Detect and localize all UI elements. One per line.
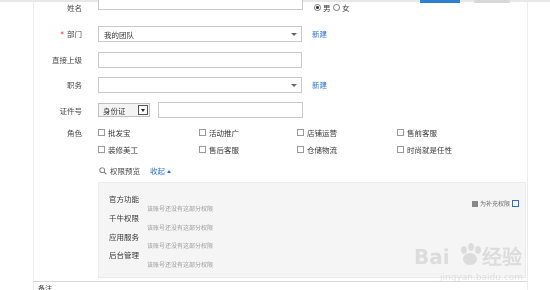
role-checkbox-label: 装修美工 <box>108 146 138 155</box>
gender-female-radio[interactable] <box>333 4 340 11</box>
supplement-permission-label: 为补充权限 <box>479 201 510 208</box>
permission-group-title: 官方功能 <box>109 195 139 204</box>
checkbox-icon <box>471 201 478 207</box>
id-type-select[interactable]: 身份证 <box>98 103 150 117</box>
permission-group-note: 该账号还没有这部分权限 <box>147 262 214 269</box>
department-label: * 部门 <box>32 29 82 40</box>
dropdown-button-icon[interactable] <box>138 105 148 115</box>
role-checkbox[interactable] <box>397 146 404 153</box>
permission-group-note: 该账号还没有这部分权限 <box>147 243 214 250</box>
primary-action-button-edge[interactable] <box>420 0 460 3</box>
role-checkbox-label: 店铺运营 <box>307 129 337 138</box>
role-checkbox[interactable] <box>199 146 206 153</box>
role-checkbox[interactable] <box>297 146 304 153</box>
chevron-down-icon <box>291 84 297 87</box>
permission-group-note: 该账号还没有这部分权限 <box>147 225 214 232</box>
role-checkbox[interactable] <box>297 129 304 136</box>
permission-group-title: 千牛权限 <box>109 214 139 223</box>
position-select[interactable] <box>98 77 302 93</box>
secondary-action-button-edge[interactable] <box>474 0 510 3</box>
role-checkbox-label: 时尚就是任性 <box>407 146 452 155</box>
role-checkbox-label: 仓储物流 <box>307 146 337 155</box>
gender-male-label: 男 <box>323 4 331 13</box>
collapse-link[interactable]: 收起 <box>150 166 171 177</box>
svg-text:Bai: Bai <box>414 245 450 269</box>
chevron-down-icon <box>291 33 297 36</box>
permission-group-note: 该账号还没有这部分权限 <box>147 206 214 213</box>
employee-form-page: 姓名 男 女 * 部门 我的团队 新建 直接上级 职务 新建 证件号 身份证 角色… <box>0 0 550 290</box>
remarks-title: 备注 <box>38 285 52 290</box>
supervisor-input[interactable] <box>98 52 302 68</box>
left-divider <box>33 0 34 290</box>
id-label: 证件号 <box>59 107 83 116</box>
role-checkbox[interactable] <box>98 146 105 153</box>
department-select-value: 我的团队 <box>104 31 134 40</box>
supervisor-label: 直接上级 <box>52 56 82 65</box>
id-number-input[interactable] <box>158 102 303 118</box>
svg-text:jingyan.baidu.com: jingyan.baidu.com <box>439 273 523 283</box>
name-label: 姓名 <box>67 4 82 13</box>
search-icon <box>99 167 107 175</box>
permission-preview-label: 权限预览 <box>110 167 140 176</box>
permission-group-title: 后台管理 <box>109 251 139 260</box>
required-mark: * <box>60 30 64 39</box>
name-input[interactable] <box>98 0 303 10</box>
role-checkbox-label: 售后客服 <box>209 146 239 155</box>
department-new-link[interactable]: 新建 <box>312 29 327 40</box>
role-checkbox-label: 活动推广 <box>209 129 239 138</box>
caret-up-icon <box>167 170 171 173</box>
position-new-link[interactable]: 新建 <box>312 80 327 91</box>
id-type-value: 身份证 <box>103 107 126 116</box>
permission-group-title: 应用服务 <box>109 233 139 242</box>
role-checkbox[interactable] <box>397 129 404 136</box>
position-label: 职务 <box>67 81 82 90</box>
svg-text:经验: 经验 <box>482 245 522 269</box>
department-label-text: 部门 <box>67 30 82 39</box>
gender-male-radio[interactable] <box>314 4 321 11</box>
role-checkbox[interactable] <box>98 129 105 136</box>
info-icon <box>512 200 519 207</box>
supplement-permission-toggle[interactable]: 为补充权限 <box>471 199 519 208</box>
baidu-watermark-logo: Bai 经验 jingyan.baidu.com <box>414 243 523 283</box>
gender-female-label: 女 <box>342 4 350 13</box>
role-label: 角色 <box>67 129 82 138</box>
department-select[interactable]: 我的团队 <box>98 26 302 42</box>
role-checkbox-label: 批发宝 <box>108 129 131 138</box>
collapse-link-text: 收起 <box>150 167 165 176</box>
role-checkbox[interactable] <box>199 129 206 136</box>
role-checkbox-label: 售前客服 <box>407 129 437 138</box>
